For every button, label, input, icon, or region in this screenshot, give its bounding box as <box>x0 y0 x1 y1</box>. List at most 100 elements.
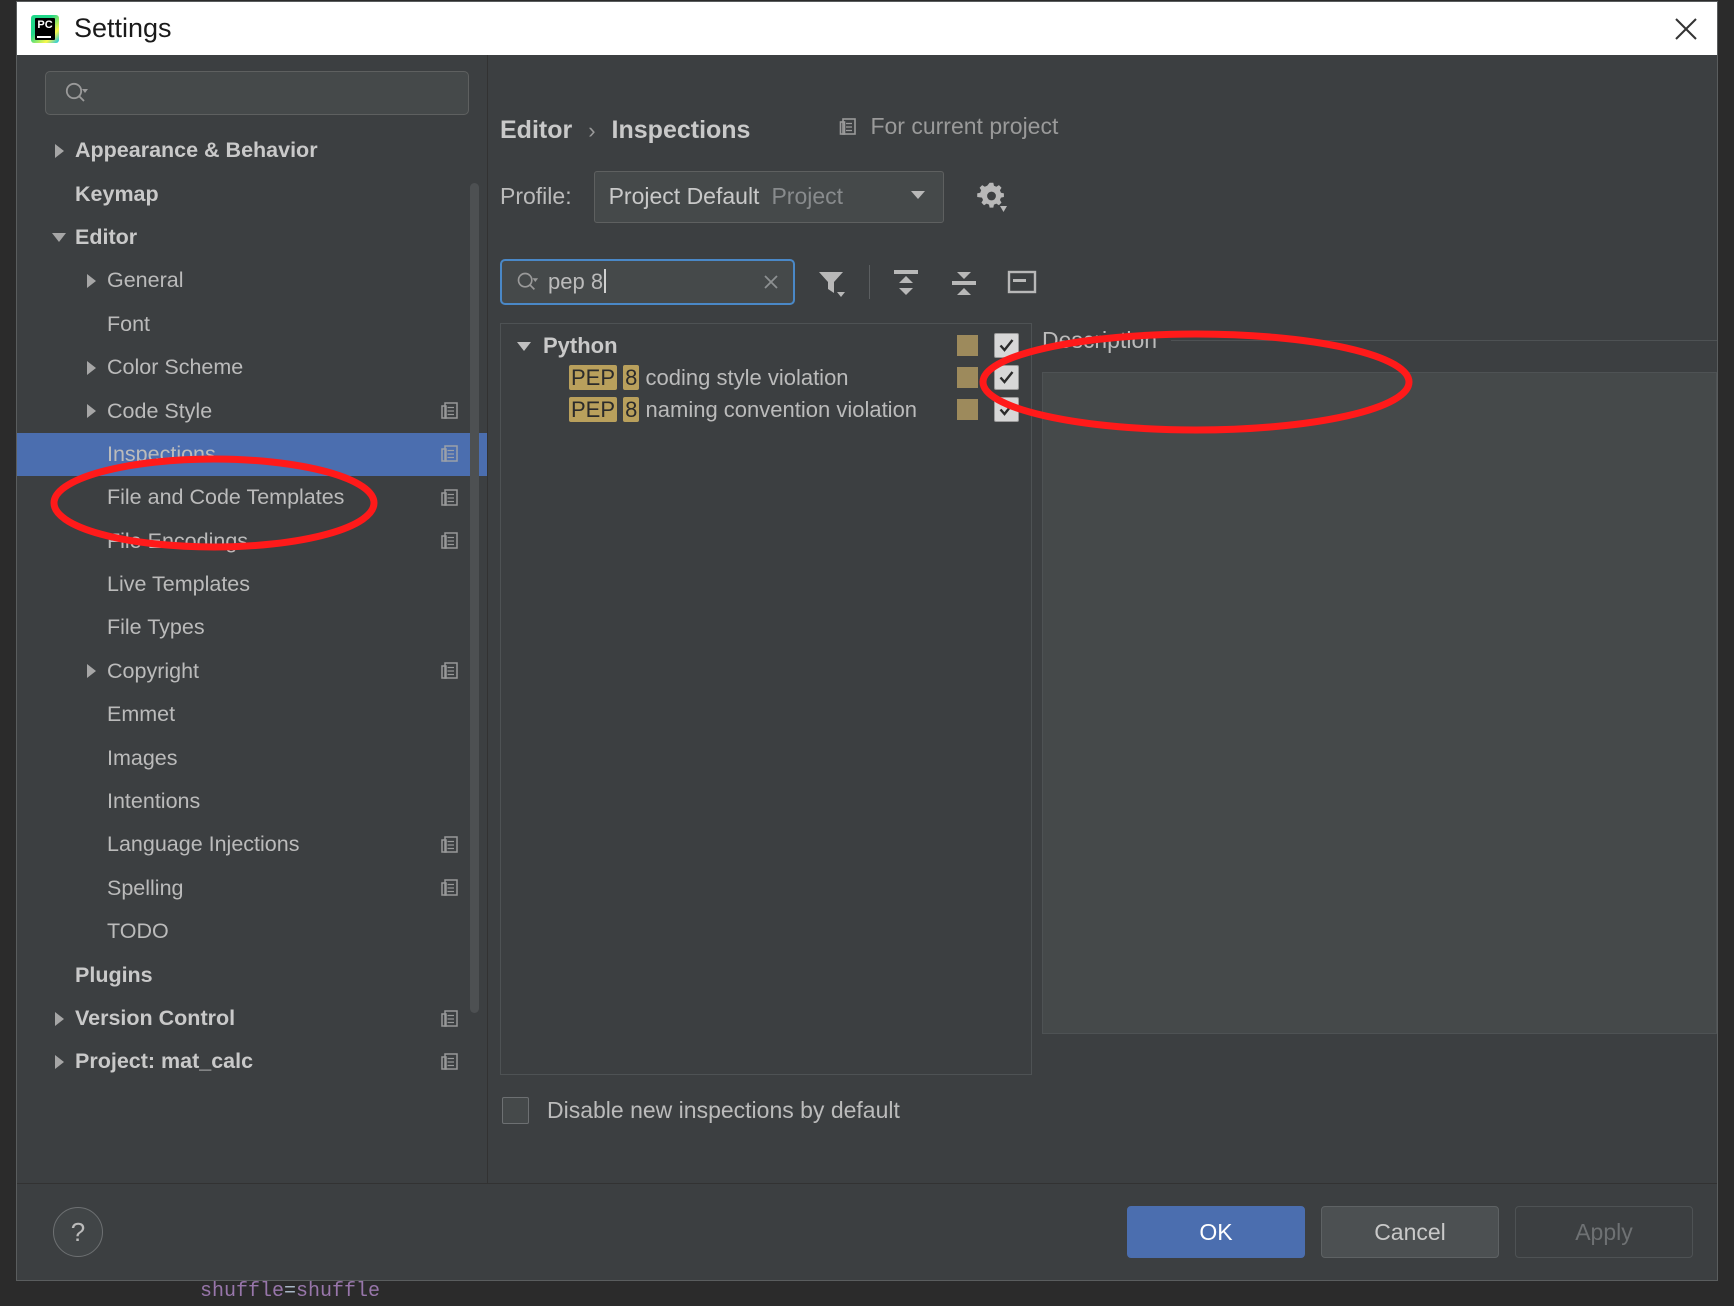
copy-settings-icon[interactable] <box>435 530 465 552</box>
sidebar-item-label: File Types <box>107 615 435 640</box>
collapse-all-button[interactable] <box>942 260 986 304</box>
sidebar-item-todo[interactable]: TODO <box>17 910 487 953</box>
checkmark-icon <box>997 400 1016 419</box>
disable-new-inspections-checkbox[interactable] <box>502 1097 529 1124</box>
expand-all-button[interactable] <box>884 260 928 304</box>
sidebar-item-inspections[interactable]: Inspections <box>17 433 487 476</box>
chevron-right-icon[interactable] <box>79 269 103 293</box>
sidebar-item-general[interactable]: General <box>17 259 487 302</box>
filter-inspections-button[interactable] <box>809 260 853 304</box>
chevron-right-icon[interactable] <box>79 356 103 380</box>
code-identifier: shuffle <box>200 1280 284 1303</box>
copy-settings-icon <box>838 116 860 138</box>
copy-settings-icon <box>439 834 461 856</box>
inspection-group-python[interactable]: Python <box>501 330 1031 362</box>
clear-search-button[interactable] <box>759 270 783 294</box>
copy-settings-icon <box>439 487 461 509</box>
sidebar-item-appearance-behavior[interactable]: Appearance & Behavior <box>17 129 487 172</box>
pycharm-logo-bar <box>37 36 51 38</box>
sidebar-item-label: Intentions <box>107 789 435 814</box>
description-rule <box>1171 340 1717 341</box>
sidebar-item-editor[interactable]: Editor <box>17 216 487 259</box>
sidebar-item-keymap[interactable]: Keymap <box>17 172 487 215</box>
sidebar-scrollbar-thumb[interactable] <box>470 183 479 1013</box>
sidebar-item-label: Code Style <box>107 399 435 424</box>
sidebar-item-file-types[interactable]: File Types <box>17 606 487 649</box>
text-cursor <box>604 269 606 293</box>
sidebar-item-label: Font <box>107 312 435 337</box>
sidebar-item-emmet[interactable]: Emmet <box>17 693 487 736</box>
sidebar-item-spelling[interactable]: Spelling <box>17 867 487 910</box>
inspection-item[interactable]: PEP 8 coding style violation <box>501 362 1031 394</box>
title-bar: PC Settings <box>17 2 1717 55</box>
help-button[interactable]: ? <box>53 1207 103 1257</box>
for-current-project-label: For current project <box>838 113 1058 140</box>
close-icon <box>759 270 783 294</box>
copy-settings-icon <box>439 1008 461 1030</box>
profile-row: Profile: Project Default Project <box>488 145 1717 223</box>
sidebar-item-plugins[interactable]: Plugins <box>17 953 487 996</box>
chevron-right-icon <box>49 1009 69 1029</box>
copy-settings-icon[interactable] <box>435 443 465 465</box>
sidebar-item-font[interactable]: Font <box>17 303 487 346</box>
sidebar-item-intentions[interactable]: Intentions <box>17 780 487 823</box>
sidebar-item-live-templates[interactable]: Live Templates <box>17 563 487 606</box>
cancel-button[interactable]: Cancel <box>1321 1206 1499 1258</box>
inspection-enabled-checkbox[interactable] <box>994 365 1019 390</box>
copy-settings-icon[interactable] <box>435 400 465 422</box>
inspections-search-box[interactable]: pep 8 <box>500 259 795 305</box>
sidebar-item-code-style[interactable]: Code Style <box>17 389 487 432</box>
expand-all-icon <box>889 265 923 299</box>
checkmark-icon <box>997 368 1016 387</box>
chevron-down-icon[interactable] <box>513 335 535 357</box>
inspections-tree: Python PEP 8 coding style violationPEP 8 … <box>500 323 1032 1075</box>
close-window-button[interactable] <box>1655 2 1717 55</box>
ok-button[interactable]: OK <box>1127 1206 1305 1258</box>
disable-new-inspections-row[interactable]: Disable new inspections by default <box>502 1097 1717 1124</box>
severity-swatch[interactable] <box>957 335 978 356</box>
severity-swatch[interactable] <box>957 367 978 388</box>
inspections-tree-and-description: Python PEP 8 coding style violationPEP 8 … <box>500 323 1717 1075</box>
sidebar-item-version-control[interactable]: Version Control <box>17 997 487 1040</box>
settings-search-box[interactable] <box>45 71 469 115</box>
chevron-right-icon <box>81 271 101 291</box>
chevron-right-icon[interactable] <box>47 139 71 163</box>
sidebar-item-copyright[interactable]: Copyright <box>17 650 487 693</box>
profile-settings-gear-button[interactable] <box>974 180 1008 214</box>
sidebar-item-file-encodings[interactable]: File Encodings <box>17 520 487 563</box>
inspection-group-label: Python <box>543 333 618 359</box>
copy-settings-icon[interactable] <box>435 487 465 509</box>
copy-settings-icon[interactable] <box>435 1008 465 1030</box>
profile-dropdown[interactable]: Project Default Project <box>594 171 944 223</box>
copy-settings-icon <box>439 1051 461 1073</box>
sidebar-item-label: Language Injections <box>107 832 435 857</box>
sidebar-item-project-mat-calc[interactable]: Project: mat_calc <box>17 1040 487 1083</box>
copy-settings-icon <box>439 660 461 682</box>
sidebar-item-color-scheme[interactable]: Color Scheme <box>17 346 487 389</box>
settings-search-input[interactable] <box>97 81 456 105</box>
chevron-right-icon[interactable] <box>79 399 103 423</box>
sidebar-item-file-and-code-templates[interactable]: File and Code Templates <box>17 476 487 519</box>
breadcrumb: Editor › Inspections For current project <box>488 55 1717 145</box>
window-title: Settings <box>74 13 172 44</box>
breadcrumb-parent[interactable]: Editor <box>500 116 572 145</box>
copy-settings-icon[interactable] <box>435 834 465 856</box>
sidebar-item-language-injections[interactable]: Language Injections <box>17 823 487 866</box>
sidebar-item-images[interactable]: Images <box>17 736 487 779</box>
inspection-item[interactable]: PEP 8 naming convention violation <box>501 394 1031 426</box>
chevron-down-icon[interactable] <box>47 225 71 249</box>
chevron-right-icon[interactable] <box>79 659 103 683</box>
copy-settings-icon[interactable] <box>435 660 465 682</box>
description-header: Description <box>1042 327 1717 354</box>
copy-settings-icon[interactable] <box>435 877 465 899</box>
settings-tree: Appearance & BehaviorKeymap Editor General… <box>17 125 487 1183</box>
sidebar-item-label: Editor <box>75 225 435 250</box>
toggle-description-panel-button[interactable] <box>1000 260 1044 304</box>
inspection-enabled-checkbox[interactable] <box>994 397 1019 422</box>
inspection-enabled-checkbox[interactable] <box>994 333 1019 358</box>
severity-swatch[interactable] <box>957 399 978 420</box>
copy-settings-icon[interactable] <box>435 1051 465 1073</box>
apply-button[interactable]: Apply <box>1515 1206 1693 1258</box>
chevron-right-icon[interactable] <box>47 1007 71 1031</box>
chevron-right-icon[interactable] <box>47 1050 71 1074</box>
